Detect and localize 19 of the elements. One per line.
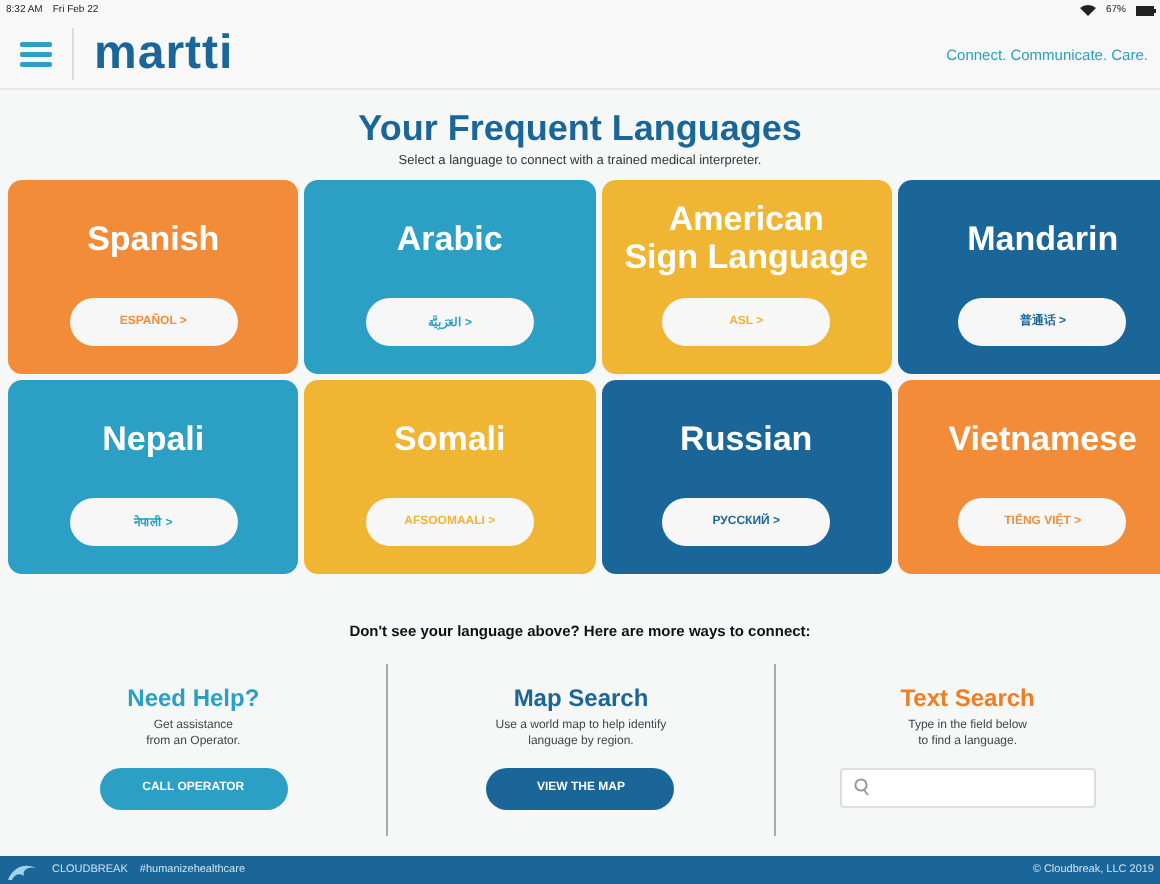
language-name: Arabic [396,217,503,262]
language-name: Mandarin [967,217,1119,262]
language-name: American Sign Language [624,197,869,281]
wave-logo-icon [8,861,40,879]
option-title: Text Search [900,683,1035,712]
battery-icon [1136,5,1156,15]
language-name: Vietnamese [948,417,1137,462]
option-title: Need Help? [127,683,260,712]
language-name: Russian [680,417,813,462]
app-logo: martti [94,30,234,78]
option-title: Map Search [513,683,649,712]
menu-icon[interactable] [20,41,52,67]
language-name: Somali [394,417,506,462]
language-name: Spanish [87,217,220,262]
page-title: Your Frequent Languages [356,110,804,150]
search-field[interactable] [839,767,1096,808]
search-icon [853,778,870,797]
language-name: Nepali [102,417,205,462]
wifi-icon [1079,4,1096,16]
